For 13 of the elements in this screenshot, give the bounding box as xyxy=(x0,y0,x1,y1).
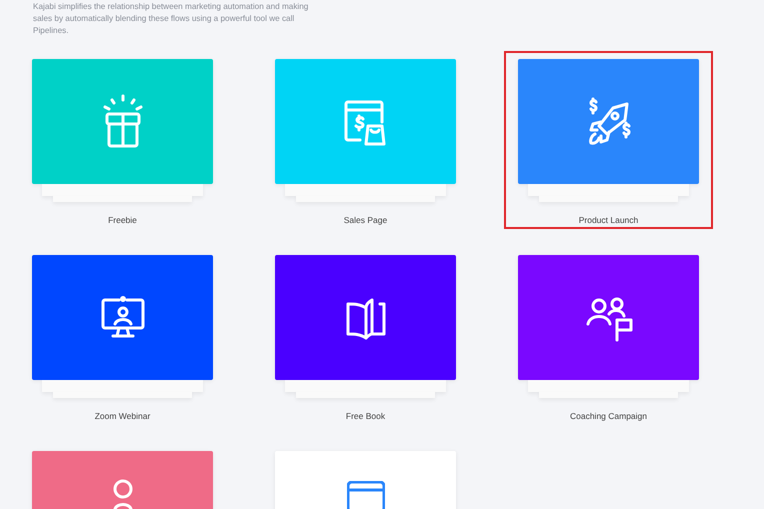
template-card[interactable] xyxy=(275,255,456,380)
template-label: Free Book xyxy=(346,410,386,422)
window-icon xyxy=(346,481,384,509)
template-card[interactable] xyxy=(518,255,699,380)
template-card[interactable] xyxy=(518,59,699,184)
template-label: Freebie xyxy=(108,214,137,226)
template-label: Zoom Webinar xyxy=(94,410,150,422)
template-card[interactable] xyxy=(32,255,213,380)
intro-paragraph: Kajabi simplifies the relationship between marketing automation and making sales by automatically blending these flows using a powerful tool we call Pipelines. xyxy=(33,1,310,37)
person-icon xyxy=(112,479,132,509)
template-label: Coaching Campaign xyxy=(570,410,648,422)
template-label: Product Launch xyxy=(578,214,638,226)
template-label: Sales Page xyxy=(344,214,388,226)
